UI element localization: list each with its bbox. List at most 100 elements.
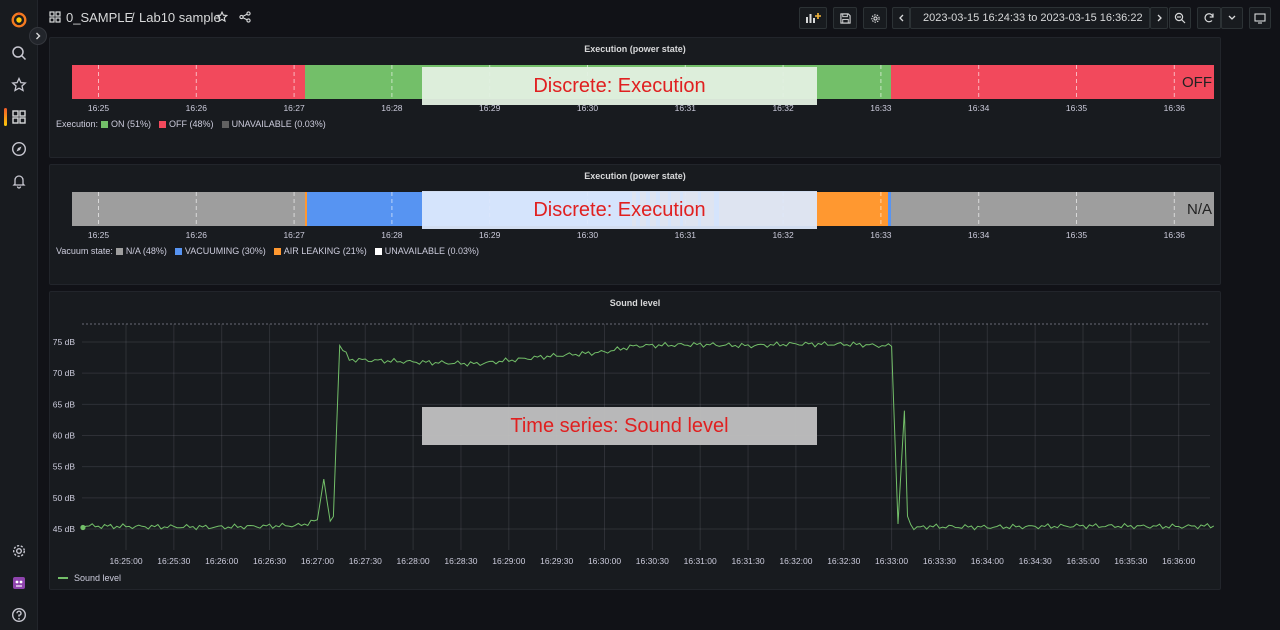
y-tick-label: 70 dB (53, 368, 76, 378)
add-panel-button[interactable] (799, 7, 827, 29)
save-dashboard-button[interactable] (833, 7, 857, 29)
x-tick-label: 16:34:00 (971, 556, 1004, 566)
x-tick-label: 16:35:00 (1066, 556, 1099, 566)
search-icon[interactable] (9, 43, 29, 63)
legend-swatch (174, 247, 182, 255)
legend-label: AIR LEAKING (21%) (283, 246, 367, 256)
annotation-overlay-3: Time series: Sound level (422, 407, 817, 445)
refresh-icon (1204, 13, 1214, 23)
legend-item[interactable]: UNAVAILABLE (0.03%) (221, 119, 326, 129)
legend-label: N/A (48%) (125, 246, 167, 256)
x-tick-label: 16:27:00 (301, 556, 334, 566)
x-tick-label: 16:31:30 (732, 556, 765, 566)
help-icon[interactable] (9, 605, 29, 625)
tv-mode-button[interactable] (1249, 7, 1271, 29)
x-tick-label: 16:28:00 (397, 556, 430, 566)
x-tick-label: 16:34:30 (1019, 556, 1052, 566)
x-tick-label: 16:28:30 (444, 556, 477, 566)
panel-legend[interactable]: Sound level (58, 573, 121, 583)
refresh-button[interactable] (1197, 7, 1221, 29)
annotation-overlay-2: Discrete: Execution (422, 191, 817, 229)
legend-swatch (115, 247, 123, 255)
star-dashboard-icon[interactable] (215, 10, 229, 26)
time-range-label: 2023-03-15 16:24:33 to 2023-03-15 16:36:… (923, 12, 1143, 24)
x-tick-label: 16:25:00 (109, 556, 142, 566)
x-tick-label: 16:30:30 (636, 556, 669, 566)
legend-label: UNAVAILABLE (0.03%) (384, 246, 479, 256)
legend-swatch (273, 247, 281, 255)
legend-title: Execution: (56, 119, 99, 129)
gear-icon[interactable] (9, 541, 29, 561)
state-segment[interactable] (891, 65, 1214, 99)
grafana-logo-icon[interactable] (9, 10, 29, 30)
breadcrumb-separator: / (131, 10, 135, 25)
x-tick-label: 16:25:30 (157, 556, 190, 566)
plugin-icon[interactable] (9, 573, 29, 593)
y-tick-label: 45 dB (53, 524, 76, 534)
state-segment[interactable] (305, 192, 307, 226)
dashboard-grid-icon (49, 10, 61, 25)
legend-item[interactable]: OFF (48%) (159, 119, 214, 129)
legend-label: UNAVAILABLE (0.03%) (231, 119, 326, 129)
legend-item[interactable]: UNAVAILABLE (0.03%) (374, 246, 479, 256)
annotation-overlay-1: Discrete: Execution (422, 67, 817, 105)
x-tick-label: 16:36:00 (1162, 556, 1195, 566)
legend-swatch (221, 120, 229, 128)
dashboard-settings-button[interactable] (863, 7, 887, 29)
legend-label: Sound level (74, 573, 122, 583)
y-tick-label: 75 dB (53, 337, 76, 347)
breadcrumb-folder[interactable]: 0_SAMPLE (66, 10, 133, 25)
star-icon[interactable] (9, 75, 29, 95)
bell-icon[interactable] (9, 171, 29, 191)
dashboards-icon[interactable] (9, 107, 29, 127)
y-tick-label: 50 dB (53, 493, 76, 503)
share-icon[interactable] (239, 11, 251, 26)
time-range-picker[interactable]: 2023-03-15 16:24:33 to 2023-03-15 16:36:… (910, 7, 1150, 29)
state-segment[interactable] (72, 192, 305, 226)
legend-swatch (374, 247, 382, 255)
panel-legend: Vacuum state: N/A (48%) VACUUMING (30%) AI… (56, 246, 487, 256)
chevron-down-icon (1228, 15, 1236, 20)
zoom-out-icon (1174, 12, 1186, 24)
legend-item[interactable]: ON (51%) (101, 119, 151, 129)
legend-label: VACUUMING (30%) (184, 246, 266, 256)
x-tick-label: 16:29:00 (492, 556, 525, 566)
x-tick-label: 16:30:00 (588, 556, 621, 566)
legend-item[interactable]: N/A (48%) (115, 246, 167, 256)
y-tick-label: 65 dB (53, 399, 76, 409)
collapse-sidebar-button[interactable] (29, 27, 47, 45)
state-segment[interactable] (72, 65, 305, 99)
time-forward-button[interactable] (1150, 7, 1168, 29)
bar-end-label: OFF (1182, 74, 1212, 91)
legend-swatch (159, 120, 167, 128)
legend-title: Vacuum state: (56, 246, 113, 256)
x-tick-label: 16:32:30 (827, 556, 860, 566)
y-tick-label: 60 dB (53, 431, 76, 441)
x-tick-label: 16:33:30 (923, 556, 956, 566)
legend-label: ON (51%) (111, 119, 152, 129)
monitor-icon (1254, 12, 1266, 24)
legend-label: OFF (48%) (169, 119, 214, 129)
y-tick-label: 55 dB (53, 462, 76, 472)
x-tick-label: 16:32:00 (779, 556, 812, 566)
side-nav (0, 0, 38, 630)
legend-swatch (101, 120, 109, 128)
state-segment[interactable] (891, 192, 1214, 226)
active-indicator (4, 108, 7, 126)
x-tick-label: 16:27:30 (349, 556, 382, 566)
state-segment[interactable] (888, 192, 891, 226)
panel-legend: Execution: ON (51%) OFF (48%) UNAVAILABLE … (56, 119, 334, 129)
zoom-out-button[interactable] (1169, 7, 1191, 29)
legend-item[interactable]: VACUUMING (30%) (174, 246, 266, 256)
refresh-interval-dropdown[interactable] (1221, 7, 1243, 29)
x-tick-label: 16:26:30 (253, 556, 286, 566)
compass-icon[interactable] (9, 139, 29, 159)
x-tick-label: 16:26:00 (205, 556, 238, 566)
x-tick-label: 16:35:30 (1114, 556, 1147, 566)
dashboard-header: 0_SAMPLE / Lab10 sample 2023-03-15 16:24… (38, 0, 1280, 36)
time-back-button[interactable] (892, 7, 910, 29)
dashboard-title[interactable]: Lab10 sample (139, 10, 221, 25)
series-start-point[interactable] (80, 524, 86, 531)
x-tick-label: 16:29:30 (540, 556, 573, 566)
legend-item[interactable]: AIR LEAKING (21%) (273, 246, 367, 256)
